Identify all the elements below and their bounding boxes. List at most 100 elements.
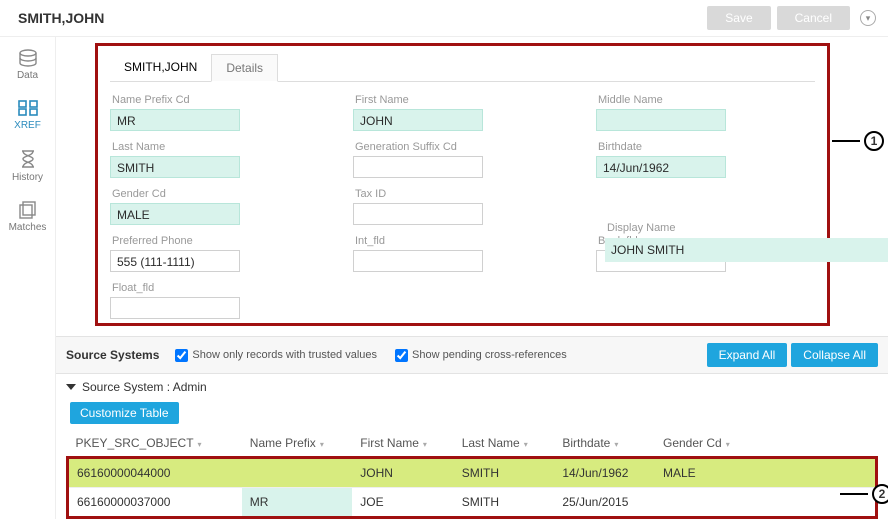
source-systems-label: Source Systems: [66, 348, 159, 362]
input-last-name[interactable]: SMITH: [110, 156, 240, 178]
chk-pending[interactable]: Show pending cross-references: [395, 349, 567, 362]
cell-first: JOE: [352, 488, 453, 518]
matches-icon: [18, 201, 38, 219]
tab-main[interactable]: SMITH,JOHN: [110, 54, 211, 81]
title-actions: Save Cancel ▾: [707, 6, 876, 30]
input-tax-id[interactable]: [353, 203, 483, 225]
left-nav: Data XREF History Matches: [0, 37, 56, 519]
input-float-fld[interactable]: [110, 297, 240, 319]
label-last-name: Last Name: [112, 141, 329, 153]
collapse-caret-icon[interactable]: [66, 384, 76, 390]
nav-item-data[interactable]: Data: [0, 41, 55, 91]
field-first-name: First Name JOHN: [353, 90, 572, 131]
callout-1: 1: [832, 131, 884, 151]
main: 1 SMITH,JOHN Details Name Prefix Cd: [56, 37, 888, 519]
xref-table: PKEY_SRC_OBJECT▾ Name Prefix▾ First Name…: [66, 430, 878, 519]
source-systems-bar: Source Systems Show only records with tr…: [56, 336, 888, 374]
chk-pending-input[interactable]: [395, 349, 408, 362]
sort-icon: ▾: [423, 440, 427, 449]
cell-first: JOHN: [352, 458, 453, 488]
field-generation-suffix-cd: Generation Suffix Cd: [353, 137, 572, 178]
col-last[interactable]: Last Name▾: [454, 430, 555, 458]
field-tax-id: Tax ID: [353, 184, 572, 225]
input-preferred-phone[interactable]: 555 (111-1111): [110, 250, 240, 272]
input-gender-cd[interactable]: MALE: [110, 203, 240, 225]
field-gender-cd: Gender Cd MALE: [110, 184, 329, 225]
input-display-name[interactable]: JOHN SMITH: [605, 238, 888, 262]
input-name-prefix-cd[interactable]: MR: [110, 109, 240, 131]
customize-table-button[interactable]: Customize Table: [70, 402, 179, 424]
nav-label-data: Data: [17, 70, 38, 81]
shell: Data XREF History Matches: [0, 37, 888, 519]
cell-birth: 25/Jun/2015: [554, 488, 655, 518]
label-tax-id: Tax ID: [355, 188, 572, 200]
sort-icon: ▾: [614, 440, 618, 449]
label-name-prefix-cd: Name Prefix Cd: [112, 94, 329, 106]
tabs: SMITH,JOHN Details: [110, 54, 815, 82]
data-icon: [17, 49, 39, 67]
field-float-fld: Float_fld: [110, 278, 329, 319]
tab-details[interactable]: Details: [211, 54, 278, 82]
cell-gender: [655, 488, 757, 518]
cell-gender: MALE: [655, 458, 757, 488]
sort-icon: ▾: [198, 440, 202, 449]
label-int-fld: Int_fld: [355, 235, 572, 247]
input-birthdate[interactable]: 14/Jun/1962: [596, 156, 726, 178]
source-system-row[interactable]: Source System : Admin: [56, 374, 888, 400]
page-title: SMITH,JOHN: [18, 10, 104, 26]
input-int-fld[interactable]: [353, 250, 483, 272]
input-middle-name[interactable]: [596, 109, 726, 131]
col-gender[interactable]: Gender Cd▾: [655, 430, 757, 458]
input-generation-suffix-cd[interactable]: [353, 156, 483, 178]
collapse-all-button[interactable]: Collapse All: [791, 343, 878, 367]
col-first[interactable]: First Name▾: [352, 430, 453, 458]
table-row[interactable]: 66160000044000 JOHN SMITH 14/Jun/1962 MA…: [68, 458, 877, 488]
title-bar: SMITH,JOHN Save Cancel ▾: [0, 0, 888, 37]
expand-all-button[interactable]: Expand All: [707, 343, 788, 367]
record-panel: SMITH,JOHN Details Name Prefix Cd MR Fir…: [98, 46, 827, 323]
cell-prefix: MR: [242, 488, 352, 518]
source-system-text: Source System : Admin: [82, 380, 207, 394]
field-middle-name: Middle Name: [596, 90, 815, 131]
history-icon: [19, 149, 37, 169]
table-body-annotation: 66160000044000 JOHN SMITH 14/Jun/1962 MA…: [68, 458, 877, 518]
col-pkey[interactable]: PKEY_SRC_OBJECT▾: [68, 430, 242, 458]
save-button[interactable]: Save: [707, 6, 770, 30]
nav-label-matches: Matches: [9, 222, 47, 233]
chk-trusted-input[interactable]: [175, 349, 188, 362]
nav-item-history[interactable]: History: [0, 141, 55, 193]
nav-item-xref[interactable]: XREF: [0, 91, 55, 141]
more-menu-icon[interactable]: ▾: [860, 10, 876, 26]
label-middle-name: Middle Name: [598, 94, 815, 106]
input-first-name[interactable]: JOHN: [353, 109, 483, 131]
field-birthdate: Birthdate 14/Jun/1962: [596, 137, 815, 178]
cell-prefix: [242, 458, 352, 488]
label-first-name: First Name: [355, 94, 572, 106]
nav-label-history: History: [12, 172, 43, 183]
callout-2: 2: [840, 484, 888, 504]
cell-pkey: 66160000044000: [68, 458, 242, 488]
label-birthdate: Birthdate: [598, 141, 815, 153]
cell-last: SMITH: [454, 488, 555, 518]
field-name-prefix-cd: Name Prefix Cd MR: [110, 90, 329, 131]
cancel-button[interactable]: Cancel: [777, 6, 850, 30]
nav-item-matches[interactable]: Matches: [0, 193, 55, 243]
chk-pending-label: Show pending cross-references: [412, 349, 567, 361]
table-head: PKEY_SRC_OBJECT▾ Name Prefix▾ First Name…: [68, 430, 877, 458]
cell-birth: 14/Jun/1962: [554, 458, 655, 488]
field-last-name: Last Name SMITH: [110, 137, 329, 178]
form-grid: Name Prefix Cd MR First Name JOHN Middle…: [110, 90, 815, 319]
sort-icon: ▾: [320, 440, 324, 449]
field-display-name: JOHN SMITH: [605, 238, 888, 262]
table-wrap: 2 PKEY_SRC_OBJECT▾ Name Prefix▾ First Na…: [56, 430, 888, 519]
col-prefix[interactable]: Name Prefix▾: [242, 430, 352, 458]
chk-trusted-label: Show only records with trusted values: [192, 349, 377, 361]
sort-icon: ▾: [726, 440, 730, 449]
form-annotation-border: SMITH,JOHN Details Name Prefix Cd MR Fir…: [95, 43, 830, 326]
col-birth[interactable]: Birthdate▾: [554, 430, 655, 458]
label-gender-cd: Gender Cd: [112, 188, 329, 200]
chk-trusted[interactable]: Show only records with trusted values: [175, 349, 377, 362]
label-generation-suffix-cd: Generation Suffix Cd: [355, 141, 572, 153]
sort-icon: ▾: [524, 440, 528, 449]
table-row[interactable]: 66160000037000 MR JOE SMITH 25/Jun/2015: [68, 488, 877, 518]
